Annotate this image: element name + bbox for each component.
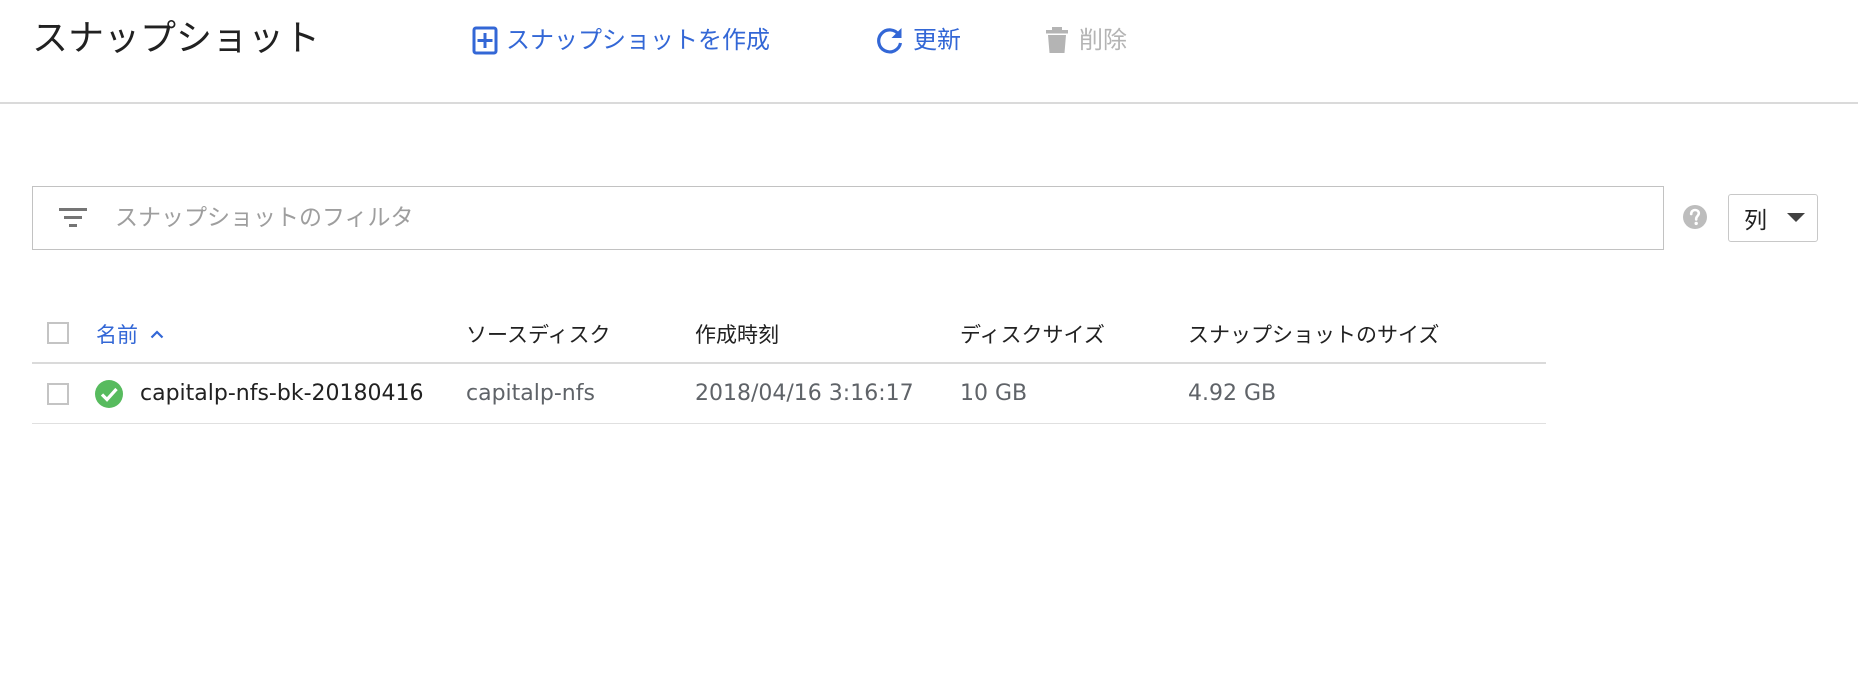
snapshot-name-link[interactable]: capitalp-nfs-bk-20180416 — [140, 364, 424, 423]
filter-input[interactable] — [115, 198, 1663, 238]
snapshots-page: スナップショット スナップショットを作成 更新 削除 スナップショットのフィルタ… — [0, 0, 1858, 678]
trash-icon — [1043, 25, 1071, 55]
columns-dropdown[interactable]: 列 — [1728, 194, 1818, 242]
disk-size-cell: 10 GB — [960, 381, 1028, 406]
delete-label: 削除 — [1079, 26, 1127, 54]
column-header-snapshot-size[interactable]: スナップショットのサイズ — [1188, 306, 1439, 362]
create-snapshot-label: スナップショットを作成 — [506, 26, 770, 54]
refresh-button[interactable]: 更新 — [875, 20, 961, 60]
column-header-name[interactable]: 名前 — [96, 306, 164, 362]
source-disk-cell: capitalp-nfs — [466, 381, 595, 406]
page-header: スナップショット スナップショットを作成 更新 削除 — [0, 0, 1858, 104]
column-header-disk-size[interactable]: ディスクサイズ — [960, 306, 1105, 362]
caret-down-icon — [1787, 213, 1805, 223]
table-header-row: 名前 ソースディスク 作成時刻 ディスクサイズ スナップショットのサイズ — [32, 306, 1546, 364]
row-checkbox[interactable] — [47, 383, 69, 405]
snapshots-table: 名前 ソースディスク 作成時刻 ディスクサイズ スナップショットのサイズ cap… — [32, 306, 1546, 424]
add-box-icon — [472, 25, 498, 55]
select-all-checkbox[interactable] — [47, 322, 69, 344]
status-ok-icon — [94, 379, 124, 409]
snapshot-size-cell: 4.92 GB — [1188, 381, 1277, 406]
help-icon[interactable] — [1682, 204, 1708, 230]
filter-bar — [32, 186, 1664, 250]
delete-button[interactable]: 削除 — [1043, 20, 1127, 60]
columns-label: 列 — [1744, 208, 1767, 234]
table-row: capitalp-nfs-bk-20180416 capitalp-nfs 20… — [32, 364, 1546, 424]
column-header-source-disk[interactable]: ソースディスク — [466, 306, 610, 362]
column-header-name-label: 名前 — [96, 323, 138, 347]
refresh-icon — [875, 25, 905, 55]
create-snapshot-button[interactable]: スナップショットを作成 — [472, 20, 770, 60]
sort-ascending-icon — [150, 329, 164, 339]
column-header-created[interactable]: 作成時刻 — [695, 306, 779, 362]
page-title: スナップショット — [32, 18, 321, 59]
refresh-label: 更新 — [913, 26, 961, 54]
created-cell: 2018/04/16 3:16:17 — [695, 381, 914, 406]
filter-icon — [59, 207, 87, 229]
